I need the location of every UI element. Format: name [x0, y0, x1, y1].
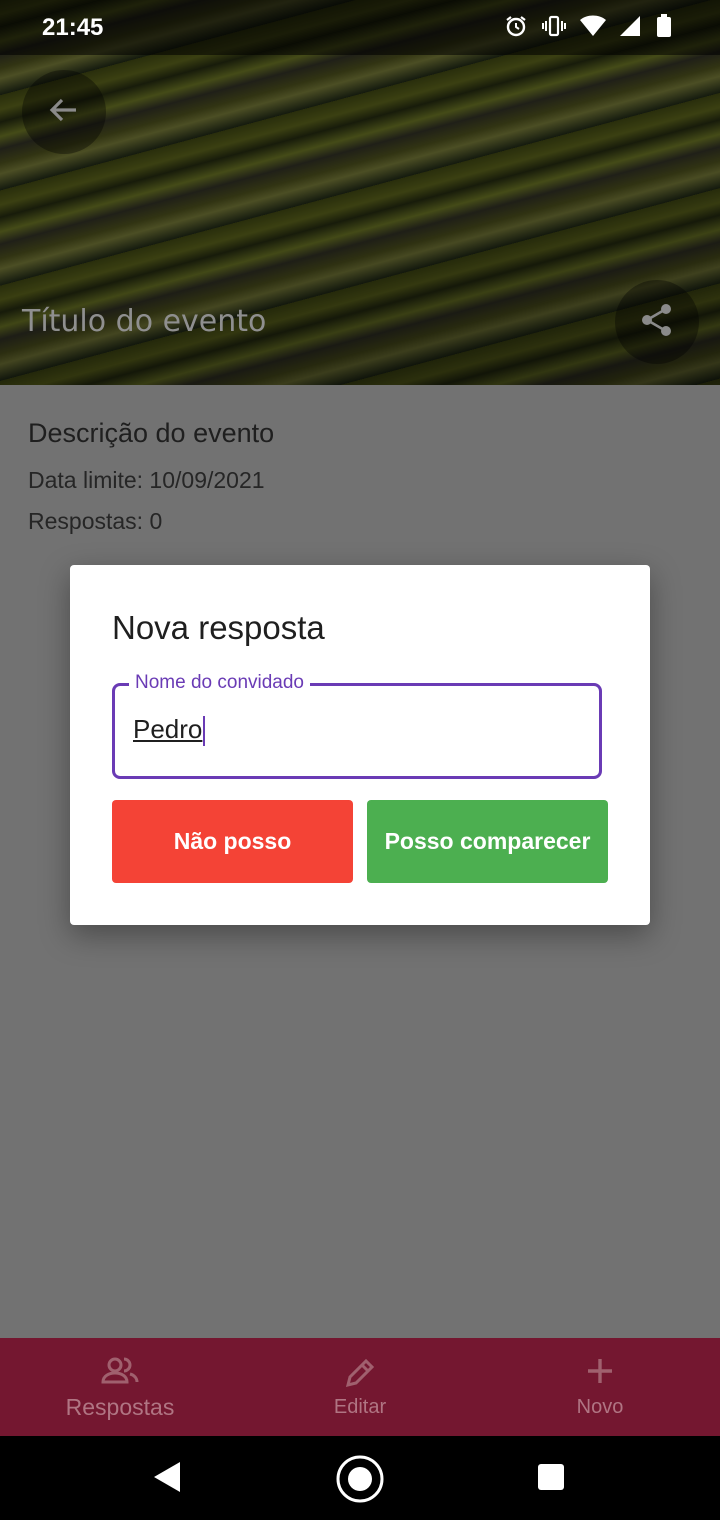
system-navigation-bar	[0, 1436, 720, 1520]
arrow-back-icon	[48, 94, 80, 131]
battery-icon	[656, 14, 680, 38]
status-time: 21:45	[42, 14, 104, 41]
nav-label-editar: Editar	[333, 1396, 387, 1418]
event-details: Descrição do evento Data limite: 10/09/2…	[28, 418, 274, 549]
event-title: Título do evento	[22, 304, 267, 339]
nav-item-editar[interactable]: Editar	[240, 1338, 480, 1436]
dialog-title: Nova resposta	[112, 609, 325, 646]
event-description: Descrição do evento	[28, 418, 275, 448]
system-recents-icon[interactable]	[538, 1464, 564, 1490]
decline-button[interactable]: Não posso	[112, 800, 353, 883]
text-cursor	[203, 716, 206, 747]
nav-label-respostas: Respostas	[65, 1394, 175, 1420]
share-icon	[639, 302, 675, 343]
alarm-icon	[504, 14, 528, 38]
people-icon	[100, 1356, 140, 1391]
system-back-icon[interactable]	[152, 1460, 182, 1499]
nav-item-respostas[interactable]: Respostas	[0, 1338, 240, 1436]
status-bar: 21:45	[0, 0, 720, 55]
back-button[interactable]	[22, 70, 106, 154]
guest-name-field[interactable]: Nome do convidado Pedro	[112, 672, 602, 779]
guest-name-input[interactable]: Pedro	[133, 714, 202, 744]
bottom-navigation: Respostas Editar Novo	[0, 1338, 720, 1436]
accept-button[interactable]: Posso comparecer	[367, 800, 608, 883]
event-responses-count: Respostas: 0	[28, 508, 163, 534]
share-button[interactable]	[615, 280, 699, 364]
signal-icon	[618, 14, 642, 38]
nav-label-novo: Novo	[576, 1396, 624, 1418]
plus-icon	[585, 1356, 615, 1391]
vibrate-icon	[542, 14, 566, 38]
guest-name-label: Nome do convidado	[129, 672, 310, 694]
pencil-icon	[343, 1356, 377, 1395]
event-deadline: Data limite: 10/09/2021	[28, 467, 265, 493]
new-response-dialog: Nova resposta Nome do convidado Pedro Nã…	[70, 565, 650, 925]
system-home-icon[interactable]	[335, 1454, 385, 1509]
wifi-icon	[580, 14, 606, 38]
nav-item-novo[interactable]: Novo	[480, 1338, 720, 1436]
